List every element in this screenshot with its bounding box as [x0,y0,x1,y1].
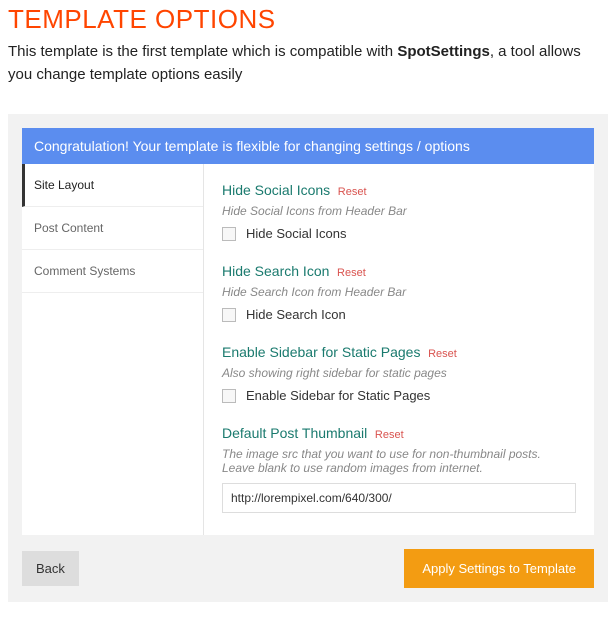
sidebar-item-comment-systems[interactable]: Comment Systems [22,250,203,293]
section-desc: Hide Social Icons from Header Bar [222,204,576,218]
sidebar-item-post-content[interactable]: Post Content [22,207,203,250]
intro-bold: SpotSettings [397,43,490,60]
section-enable-sidebar: Enable Sidebar for Static Pages Reset Al… [222,344,576,403]
content-area: Hide Social Icons Reset Hide Social Icon… [204,164,594,535]
checkbox-enable-sidebar[interactable] [222,389,236,403]
checkbox-label: Hide Search Icon [246,307,346,322]
apply-button[interactable]: Apply Settings to Template [404,549,594,588]
checkbox-label: Enable Sidebar for Static Pages [246,388,430,403]
section-hide-search: Hide Search Icon Reset Hide Search Icon … [222,263,576,322]
section-desc: Also showing right sidebar for static pa… [222,366,576,380]
page-title: TEMPLATE OPTIONS [8,4,608,35]
checkbox-hide-social[interactable] [222,227,236,241]
sidebar-item-site-layout[interactable]: Site Layout [22,164,203,207]
footer-actions: Back Apply Settings to Template [22,549,594,588]
sidebar: Site Layout Post Content Comment Systems [22,164,204,535]
section-title: Hide Social Icons [222,182,330,198]
reset-link[interactable]: Reset [428,348,457,360]
section-title: Hide Search Icon [222,263,329,279]
section-title: Default Post Thumbnail [222,425,367,441]
section-title: Enable Sidebar for Static Pages [222,344,420,360]
reset-link[interactable]: Reset [375,429,404,441]
checkbox-hide-search[interactable] [222,308,236,322]
intro-part-a: This template is the first template whic… [8,43,397,60]
reset-link[interactable]: Reset [338,186,367,198]
section-default-thumbnail: Default Post Thumbnail Reset The image s… [222,425,576,513]
settings-panel: Congratulation! Your template is flexibl… [8,114,608,602]
section-desc: The image src that you want to use for n… [222,447,576,475]
default-thumbnail-input[interactable] [222,483,576,513]
section-desc: Hide Search Icon from Header Bar [222,285,576,299]
checkbox-label: Hide Social Icons [246,226,346,241]
success-banner: Congratulation! Your template is flexibl… [22,128,594,164]
back-button[interactable]: Back [22,551,79,586]
reset-link[interactable]: Reset [337,267,366,279]
section-hide-social: Hide Social Icons Reset Hide Social Icon… [222,182,576,241]
intro-text: This template is the first template whic… [8,41,608,86]
